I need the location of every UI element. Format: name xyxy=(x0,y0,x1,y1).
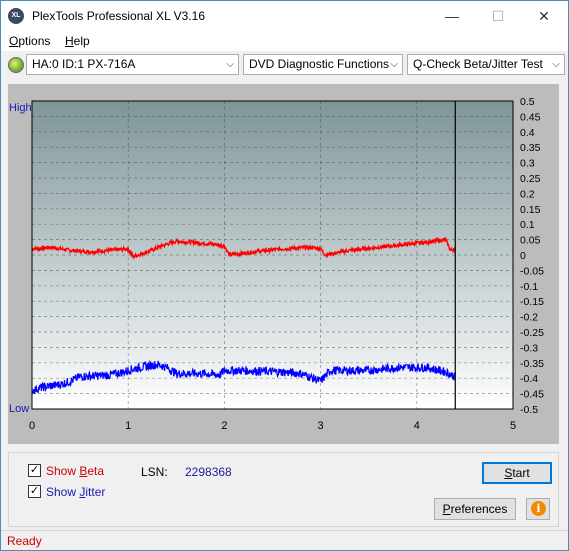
x-tick-label: 4 xyxy=(414,420,420,432)
start-button-label: tart xyxy=(512,466,530,480)
chevron-down-icon: ⌵ xyxy=(390,59,398,70)
y-tick-label: -0.4 xyxy=(520,373,538,385)
chevron-down-icon: ⌵ xyxy=(226,59,234,70)
title-bar: XL PlexTools Professional XL V3.16 — ☐ ✕ xyxy=(1,1,568,31)
options-panel: ✓ Show Beta ✓ Show Jitter LSN: 2298368 S… xyxy=(8,452,559,527)
show-beta-label[interactable]: Show Beta xyxy=(46,464,104,478)
y-tick-label: -0.5 xyxy=(520,404,538,416)
function-select[interactable]: DVD Diagnostic Functions ⌵ xyxy=(243,54,403,75)
show-beta-label-pre: Show xyxy=(46,464,80,478)
drive-select[interactable]: HA:0 ID:1 PX-716A ⌵ xyxy=(26,54,239,75)
y-tick-label: 0.4 xyxy=(520,127,535,139)
preferences-button-label: references xyxy=(450,502,508,516)
y-tick-label: 0.45 xyxy=(520,111,541,123)
y-tick-label: 0.1 xyxy=(520,219,535,231)
y-tick-label: -0.1 xyxy=(520,281,538,293)
start-button[interactable]: Start xyxy=(482,462,552,484)
lsn-label: LSN: xyxy=(141,465,168,479)
x-tick-label: 1 xyxy=(125,420,131,432)
y-tick-label: -0.2 xyxy=(520,312,538,324)
preferences-button-accel: P xyxy=(442,502,451,516)
y-tick-label: 0.15 xyxy=(520,204,541,216)
menu-help[interactable]: Help xyxy=(65,34,90,48)
app-logo-icon: XL xyxy=(8,8,24,24)
y-tick-label: -0.35 xyxy=(520,358,544,370)
app-window: XL PlexTools Professional XL V3.16 — ☐ ✕… xyxy=(0,0,569,551)
window-title: PlexTools Professional XL V3.16 xyxy=(32,9,205,23)
x-tick-label: 3 xyxy=(318,420,324,432)
y-tick-label: 0 xyxy=(520,250,526,262)
x-tick-label: 0 xyxy=(29,420,35,432)
y-tick-label: 0.05 xyxy=(520,235,541,247)
show-jitter-label[interactable]: Show Jitter xyxy=(46,485,105,499)
test-select-value: Q-Check Beta/Jitter Test xyxy=(413,57,543,71)
low-label: Low xyxy=(9,403,29,415)
y-tick-label: -0.05 xyxy=(520,265,544,277)
menu-options-accel: O xyxy=(9,34,19,48)
y-tick-label: 0.5 xyxy=(520,96,535,108)
preferences-button[interactable]: Preferences xyxy=(434,498,516,520)
y-tick-label: 0.25 xyxy=(520,173,541,185)
disc-drive-icon xyxy=(8,57,24,73)
y-tick-label: -0.15 xyxy=(520,296,544,308)
minimize-button[interactable]: — xyxy=(429,1,475,31)
x-tick-label: 5 xyxy=(510,420,516,432)
y-tick-label: -0.3 xyxy=(520,342,538,354)
y-tick-label: -0.45 xyxy=(520,389,544,401)
status-bar: Ready xyxy=(1,530,568,550)
info-button[interactable]: i xyxy=(526,498,550,520)
show-beta-checkbox[interactable]: ✓ xyxy=(28,464,41,477)
close-button[interactable]: ✕ xyxy=(521,1,567,31)
show-beta-label-post: eta xyxy=(87,464,105,478)
menu-help-accel: H xyxy=(65,34,74,48)
menu-options-label: ptions xyxy=(18,34,51,48)
show-jitter-checkbox[interactable]: ✓ xyxy=(28,485,41,498)
info-icon: i xyxy=(531,501,546,516)
status-text: Ready xyxy=(7,534,42,548)
chart-panel: 0.5 0.45 0.4 0.35 0.3 0.25 0.2 0.15 0.1 0.05 0 -0.0… xyxy=(8,84,559,444)
y-tick-label: 0.2 xyxy=(520,188,535,200)
chevron-down-icon: ⌵ xyxy=(552,59,560,70)
show-jitter-label-post: itter xyxy=(85,485,106,499)
drive-select-value: HA:0 ID:1 PX-716A xyxy=(32,57,136,71)
test-select[interactable]: Q-Check Beta/Jitter Test ⌵ xyxy=(407,54,565,75)
menu-bar: Options Help xyxy=(1,31,568,51)
menu-help-label: elp xyxy=(73,34,90,48)
y-tick-label: -0.25 xyxy=(520,327,544,339)
show-jitter-label-pre: Show xyxy=(46,485,80,499)
x-tick-label: 2 xyxy=(221,420,227,432)
maximize-button[interactable]: ☐ xyxy=(475,1,521,31)
y-tick-label: 0.35 xyxy=(520,142,541,154)
y-tick-label: 0.3 xyxy=(520,158,535,170)
high-label: High xyxy=(9,102,32,114)
beta-jitter-chart: 0.5 0.45 0.4 0.35 0.3 0.25 0.2 0.15 0.1 0.05 0 -0.0… xyxy=(9,96,544,432)
function-select-value: DVD Diagnostic Functions xyxy=(249,57,390,71)
lsn-value: 2298368 xyxy=(185,465,232,479)
menu-options[interactable]: Options xyxy=(9,34,50,48)
toolbar: HA:0 ID:1 PX-716A ⌵ DVD Diagnostic Funct… xyxy=(1,52,568,80)
